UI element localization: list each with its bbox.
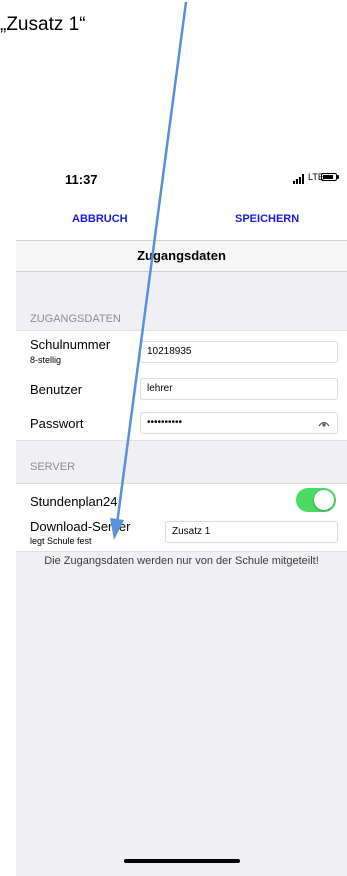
password-label: Passwort (30, 416, 84, 431)
download-server-row: Download-Server legt Schule fest Zusatz … (16, 516, 347, 552)
signal-bars-icon (293, 174, 304, 184)
save-button[interactable]: SPEICHERN (235, 213, 299, 225)
status-time: 11:37 (65, 172, 98, 187)
stundenplan-label: Stundenplan24 (30, 494, 118, 509)
password-row: Passwort •••••••••• (16, 406, 347, 441)
download-server-field[interactable]: Zusatz 1 (165, 521, 338, 543)
user-field[interactable]: lehrer (140, 378, 338, 400)
user-row: Benutzer lehrer (16, 372, 347, 407)
battery-icon (321, 173, 337, 181)
school-number-hint: 8-stellig (30, 355, 62, 365)
battery-tip (337, 175, 339, 179)
stundenplan-toggle[interactable] (296, 488, 336, 512)
home-indicator (124, 859, 240, 863)
download-server-label: Download-Server (30, 519, 131, 534)
download-server-hint: legt Schule fest (30, 536, 92, 546)
section-header-access: ZUGANGSDATEN (30, 313, 121, 325)
footer-note: Die Zugangsdaten werden nur von der Schu… (44, 555, 319, 567)
stundenplan-row: Stundenplan24 (16, 483, 347, 518)
school-number-field[interactable]: 10218935 (140, 341, 338, 363)
page-title: Zugangsdaten (137, 248, 226, 263)
status-bar: 11:37 LTE (16, 155, 347, 205)
title-bar: Zugangsdaten (16, 240, 347, 272)
cancel-button[interactable]: ABBRUCH (72, 213, 128, 225)
caption-text: „Zusatz 1“ (0, 14, 86, 35)
navigation-bar: ABBRUCH SPEICHERN (16, 205, 347, 240)
password-field[interactable]: •••••••••• (140, 412, 338, 434)
user-label: Benutzer (30, 382, 83, 397)
school-number-row: Schulnummer 8-stellig 10218935 (16, 330, 347, 374)
toggle-knob (314, 490, 334, 510)
phone-screen: 11:37 LTE ABBRUCH SPEICHERN Zugangsdaten… (16, 155, 347, 876)
school-number-label: Schulnummer (30, 337, 111, 352)
section-header-server: SERVER (30, 461, 76, 473)
eye-icon[interactable] (318, 419, 330, 427)
